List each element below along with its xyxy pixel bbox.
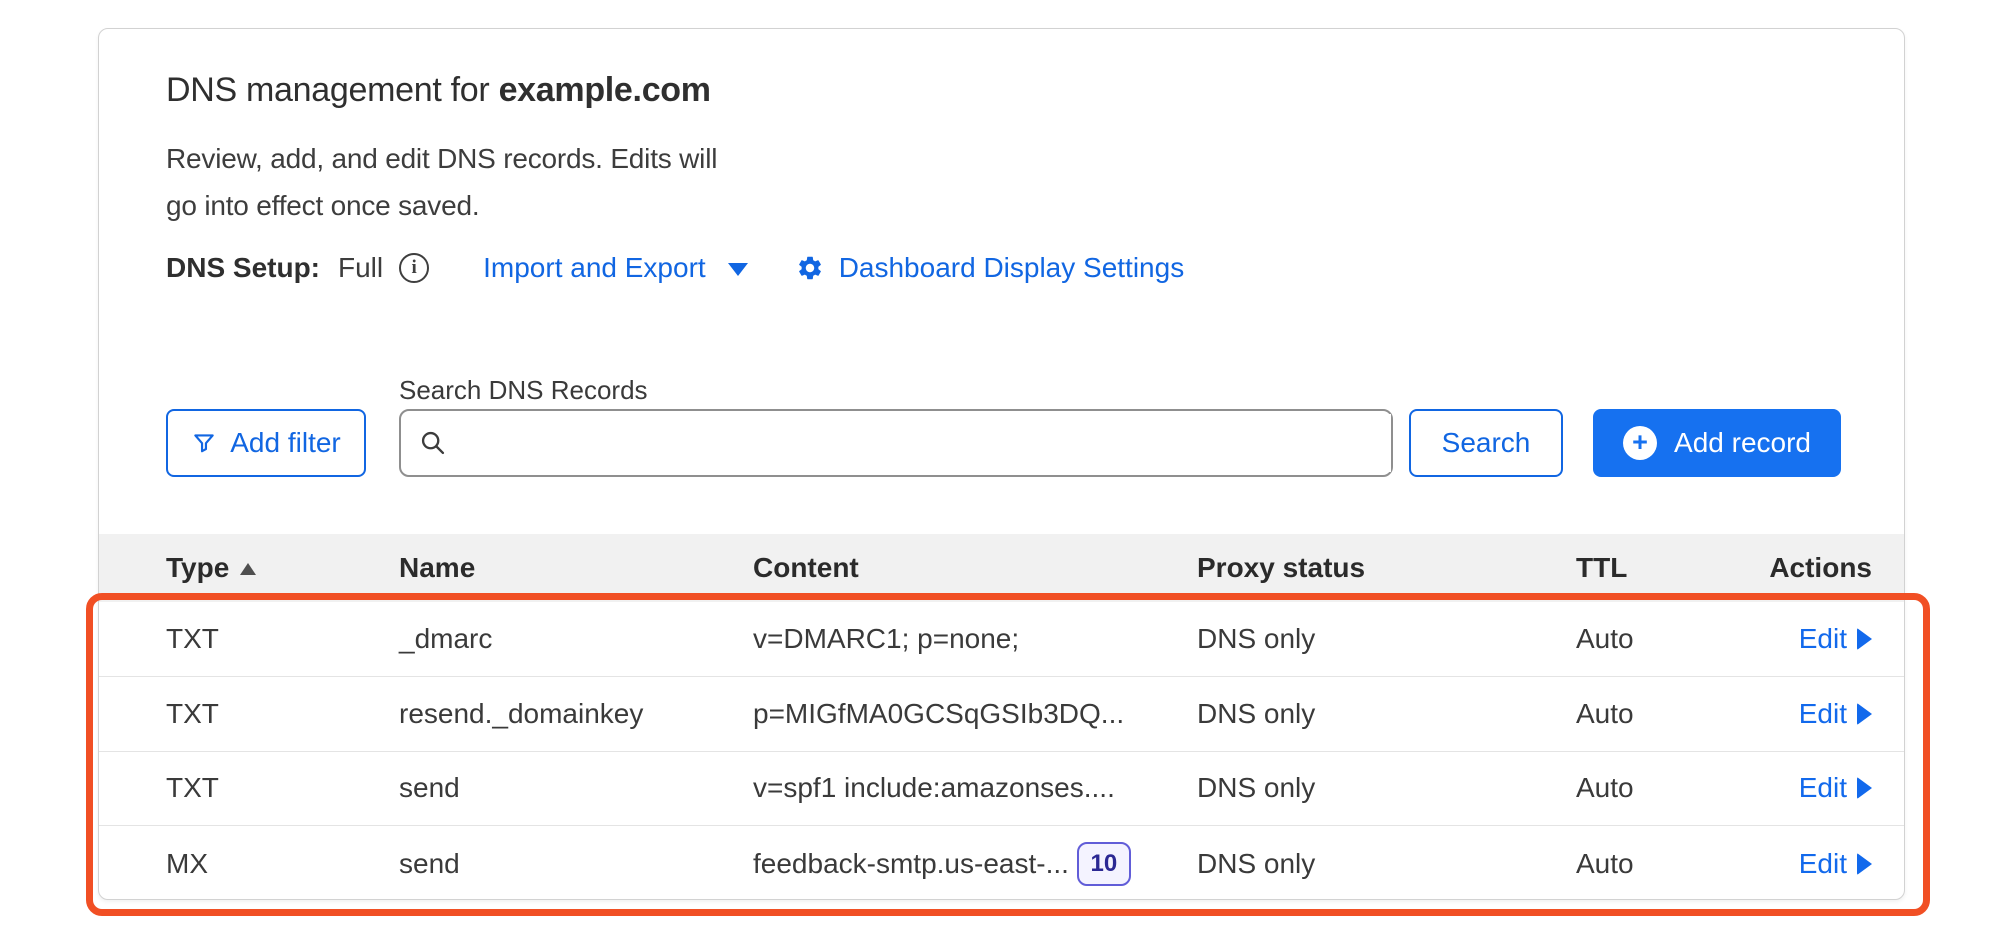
edit-label: Edit [1799,698,1847,730]
column-header-name[interactable]: Name [399,552,753,584]
content-text: p=MIGfMA0GCSqGSIb3DQ... [753,698,1124,730]
cell-type: TXT [166,772,399,804]
cell-name: resend._domainkey [399,698,753,730]
cell-content: feedback-smtp.us-east-... 10 [753,842,1197,886]
table-row: TXT _dmarc v=DMARC1; p=none; DNS only Au… [99,602,1904,677]
cell-type: MX [166,848,399,880]
cell-name: _dmarc [399,623,753,655]
edit-label: Edit [1799,848,1847,880]
cell-actions: Edit [1764,772,1872,804]
cell-ttl: Auto [1576,848,1764,880]
gear-icon [796,254,824,282]
add-filter-label: Add filter [230,427,341,459]
sort-ascending-icon [240,563,256,575]
add-record-button[interactable]: + Add record [1593,409,1841,477]
search-button[interactable]: Search [1409,409,1563,477]
cell-name: send [399,848,753,880]
page-title-prefix: DNS management for [166,71,499,109]
search-button-label: Search [1442,427,1531,459]
dns-management-card: DNS management for example.com Review, a… [98,28,1905,900]
content-text: feedback-smtp.us-east-... [753,848,1069,880]
mx-priority-badge: 10 [1077,842,1131,886]
cell-actions: Edit [1764,623,1872,655]
dashboard-display-settings-label: Dashboard Display Settings [839,252,1185,284]
search-box [399,409,1393,477]
cell-type: TXT [166,623,399,655]
edit-label: Edit [1799,772,1847,804]
column-header-proxy-status[interactable]: Proxy status [1197,552,1576,584]
edit-label: Edit [1799,623,1847,655]
search-dns-records-label: Search DNS Records [399,375,648,406]
edit-record-button[interactable]: Edit [1799,772,1872,804]
cell-content: v=DMARC1; p=none; [753,623,1197,655]
add-filter-button[interactable]: Add filter [166,409,366,477]
description-line-1: Review, add, and edit DNS records. Edits… [166,135,717,182]
edit-record-button[interactable]: Edit [1799,623,1872,655]
page-description: Review, add, and edit DNS records. Edits… [166,135,717,229]
chevron-down-icon [728,263,748,276]
import-export-link[interactable]: Import and Export [483,252,748,284]
info-icon[interactable]: i [399,253,429,283]
column-header-type-label: Type [166,552,229,584]
cell-ttl: Auto [1576,772,1764,804]
cell-ttl: Auto [1576,623,1764,655]
filter-icon [191,430,217,456]
plus-icon: + [1623,426,1657,460]
domain-name: example.com [499,71,711,109]
column-header-ttl[interactable]: TTL [1576,552,1764,584]
table-row: TXT send v=spf1 include:amazonses.... DN… [99,752,1904,827]
dns-records-table: TXT _dmarc v=DMARC1; p=none; DNS only Au… [99,602,1904,900]
cell-actions: Edit [1764,848,1872,880]
cell-proxy-status: DNS only [1197,623,1576,655]
column-header-content[interactable]: Content [753,552,1197,584]
caret-right-icon [1857,703,1872,725]
caret-right-icon [1857,628,1872,650]
search-input[interactable] [457,414,1391,472]
caret-right-icon [1857,853,1872,875]
cell-proxy-status: DNS only [1197,698,1576,730]
dns-setup-label: DNS Setup: [166,252,320,284]
search-controls: Add filter Search + Add record [99,409,1904,477]
table-row: TXT resend._domainkey p=MIGfMA0GCSqGSIb3… [99,677,1904,752]
table-row: MX send feedback-smtp.us-east-... 10 DNS… [99,826,1904,900]
edit-record-button[interactable]: Edit [1799,698,1872,730]
dns-setup-row: DNS Setup: Full i Import and Export Dash… [166,247,1184,289]
dashboard-display-settings-link[interactable]: Dashboard Display Settings [796,252,1185,284]
page-title: DNS management for example.com [166,71,711,110]
cell-proxy-status: DNS only [1197,772,1576,804]
add-record-label: Add record [1674,427,1811,459]
cell-actions: Edit [1764,698,1872,730]
edit-record-button[interactable]: Edit [1799,848,1872,880]
description-line-2: go into effect once saved. [166,182,717,229]
cell-proxy-status: DNS only [1197,848,1576,880]
cell-content: p=MIGfMA0GCSqGSIb3DQ... [753,698,1197,730]
import-export-label: Import and Export [483,252,706,284]
content-text: v=DMARC1; p=none; [753,623,1019,655]
column-header-type[interactable]: Type [166,552,399,584]
search-icon [419,429,447,457]
column-header-actions: Actions [1764,552,1872,584]
table-header: Type Name Content Proxy status TTL Actio… [99,534,1904,602]
caret-right-icon [1857,777,1872,799]
cell-ttl: Auto [1576,698,1764,730]
cell-type: TXT [166,698,399,730]
dns-setup-value: Full [338,252,383,284]
cell-name: send [399,772,753,804]
cell-content: v=spf1 include:amazonses.... [753,772,1197,804]
content-text: v=spf1 include:amazonses.... [753,772,1115,804]
